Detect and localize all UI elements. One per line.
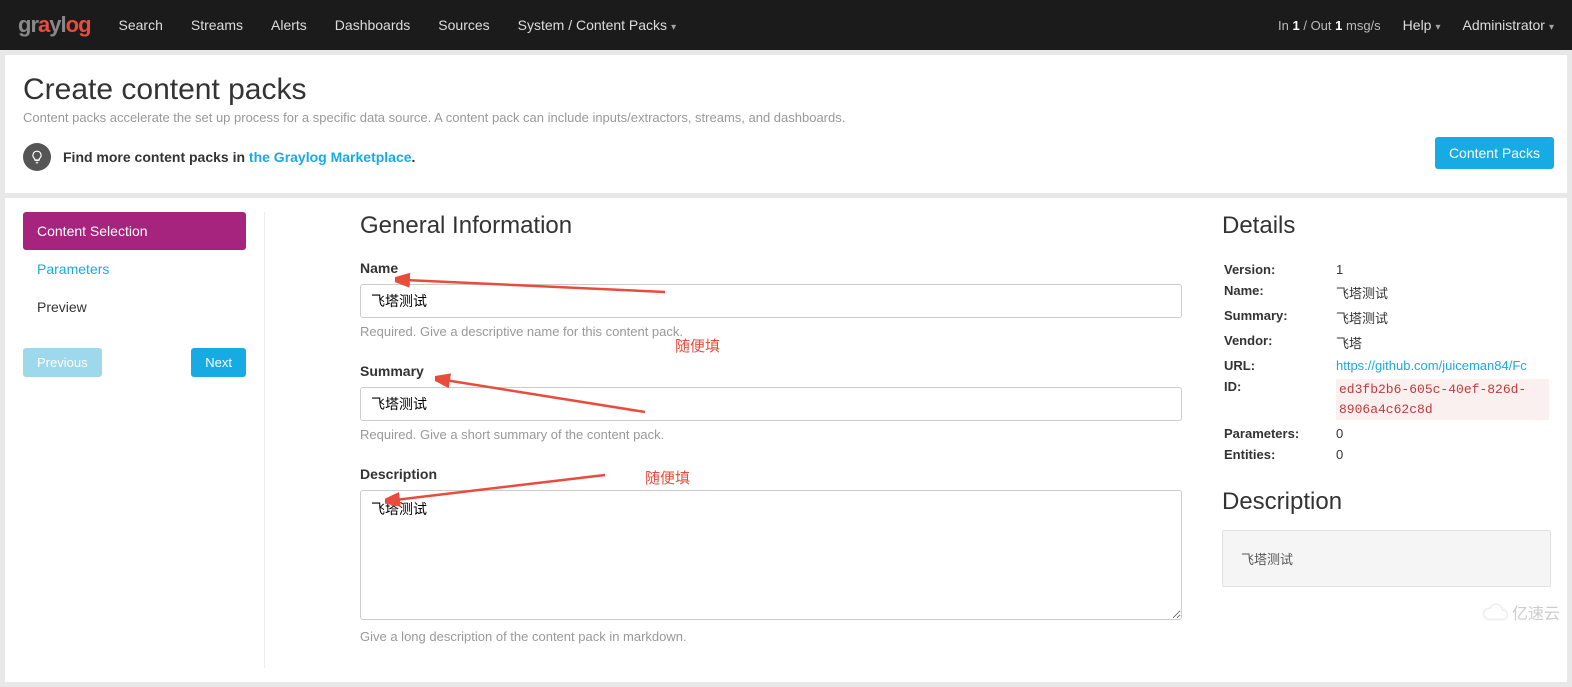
step-content-selection[interactable]: Content Selection: [23, 212, 246, 250]
lightbulb-icon: [23, 143, 51, 171]
page-description: Content packs accelerate the set up proc…: [23, 110, 1549, 125]
det-label-url: URL:: [1224, 356, 1334, 375]
det-val-version: 1: [1336, 260, 1549, 279]
top-navbar: graylog Search Streams Alerts Dashboards…: [0, 0, 1572, 50]
det-label-version: Version:: [1224, 260, 1334, 279]
name-input[interactable]: [360, 284, 1182, 318]
det-val-id: ed3fb2b6-605c-40ef-826d-8906a4c62c8d: [1336, 379, 1549, 420]
det-val-entities: 0: [1336, 445, 1549, 464]
io-stats: In 1 / Out 1 msg/s: [1278, 18, 1381, 33]
det-label-id: ID:: [1224, 377, 1334, 422]
description-label: Description: [360, 466, 1182, 482]
hint-text: Find more content packs in the Graylog M…: [63, 149, 415, 165]
next-button[interactable]: Next: [191, 348, 246, 377]
description-help: Give a long description of the content p…: [360, 629, 1182, 644]
summary-input[interactable]: [360, 387, 1182, 421]
previous-button[interactable]: Previous: [23, 348, 102, 377]
nav-alerts[interactable]: Alerts: [271, 17, 307, 33]
det-label-parameters: Parameters:: [1224, 424, 1334, 443]
nav-sources[interactable]: Sources: [438, 17, 489, 33]
det-label-name: Name:: [1224, 281, 1334, 304]
name-label: Name: [360, 260, 1182, 276]
step-preview[interactable]: Preview: [23, 288, 246, 326]
section-heading: General Information: [360, 212, 1182, 240]
description-box: 飞塔测试: [1222, 530, 1551, 587]
marketplace-link[interactable]: the Graylog Marketplace: [249, 149, 412, 165]
summary-help: Required. Give a short summary of the co…: [360, 427, 1182, 442]
summary-label: Summary: [360, 363, 1182, 379]
nav-search[interactable]: Search: [119, 17, 163, 33]
name-help: Required. Give a descriptive name for th…: [360, 324, 1182, 339]
det-val-name: 飞塔测试: [1336, 281, 1549, 304]
description-textarea[interactable]: [360, 490, 1182, 620]
nav-streams[interactable]: Streams: [191, 17, 243, 33]
page-header: Create content packs Content packs accel…: [5, 55, 1567, 193]
details-table: Version:1 Name:飞塔测试 Summary:飞塔测试 Vendor:…: [1222, 258, 1551, 466]
logo: graylog: [18, 12, 91, 38]
nav-system-content-packs[interactable]: System / Content Packs: [518, 17, 676, 33]
det-label-vendor: Vendor:: [1224, 331, 1334, 354]
nav-administrator[interactable]: Administrator: [1463, 17, 1555, 33]
details-heading: Details: [1222, 212, 1551, 240]
det-label-summary: Summary:: [1224, 306, 1334, 329]
det-val-vendor: 飞塔: [1336, 331, 1549, 354]
nav-help[interactable]: Help: [1403, 17, 1441, 33]
det-val-summary: 飞塔测试: [1336, 306, 1549, 329]
description-heading: Description: [1222, 488, 1551, 516]
det-val-parameters: 0: [1336, 424, 1549, 443]
det-val-url[interactable]: https://github.com/juiceman84/Fc: [1336, 358, 1527, 373]
watermark: 亿速云: [1482, 600, 1560, 624]
content-packs-button[interactable]: Content Packs: [1435, 137, 1554, 169]
det-label-entities: Entities:: [1224, 445, 1334, 464]
step-parameters[interactable]: Parameters: [23, 250, 246, 288]
nav-dashboards[interactable]: Dashboards: [335, 17, 411, 33]
wizard-steps: Content Selection Parameters Preview: [23, 212, 246, 326]
page-title: Create content packs: [23, 73, 1549, 107]
